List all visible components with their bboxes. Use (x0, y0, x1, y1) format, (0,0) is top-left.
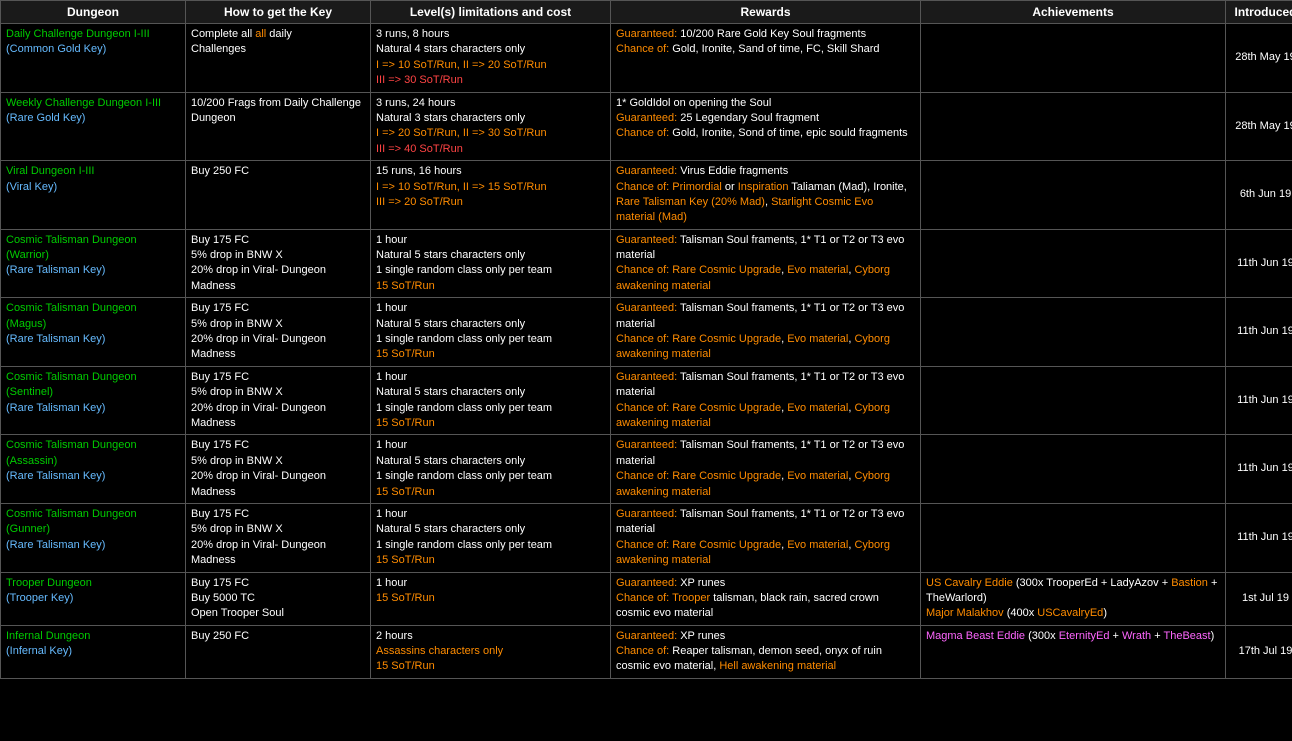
level-cell: 2 hoursAssassins characters only15 SoT/R… (371, 625, 611, 678)
table-row: Trooper Dungeon(Trooper Key)Buy 175 FCBu… (1, 572, 1292, 625)
table-row: Infernal Dungeon(Infernal Key)Buy 250 FC… (1, 625, 1292, 678)
rewards-cell: Guaranteed: Talisman Soul framents, 1* T… (611, 366, 921, 435)
rewards-cell: Guaranteed: Talisman Soul framents, 1* T… (611, 298, 921, 367)
rewards-cell: Guaranteed: Talisman Soul framents, 1* T… (611, 503, 921, 572)
howto-cell: Complete all all dailyChallenges (186, 24, 371, 93)
dungeon-cell: Cosmic Talisman Dungeon (Assassin)(Rare … (1, 435, 186, 504)
level-cell: 3 runs, 8 hoursNatural 4 stars character… (371, 24, 611, 93)
level-cell: 1 hourNatural 5 stars characters only1 s… (371, 366, 611, 435)
header-rewards: Rewards (611, 1, 921, 24)
table-row: Weekly Challenge Dungeon I-III(Rare Gold… (1, 92, 1292, 161)
table-row: Cosmic Talisman Dungeon (Magus)(Rare Tal… (1, 298, 1292, 367)
table-row: Cosmic Talisman Dungeon (Assassin)(Rare … (1, 435, 1292, 504)
howto-cell: Buy 250 FC (186, 625, 371, 678)
introduced-cell: 17th Jul 19 (1226, 625, 1292, 678)
level-cell: 1 hourNatural 5 stars characters only1 s… (371, 229, 611, 298)
howto-cell: Buy 175 FC5% drop in BNW X20% drop in Vi… (186, 229, 371, 298)
level-cell: 1 hourNatural 5 stars characters only1 s… (371, 503, 611, 572)
introduced-cell: 28th May 19 (1226, 24, 1292, 93)
table-row: Viral Dungeon I-III(Viral Key)Buy 250 FC… (1, 161, 1292, 230)
howto-cell: Buy 175 FCBuy 5000 TCOpen Trooper Soul (186, 572, 371, 625)
rewards-cell: 1* GoldIdol on opening the SoulGuarantee… (611, 92, 921, 161)
dungeon-cell: Weekly Challenge Dungeon I-III(Rare Gold… (1, 92, 186, 161)
achievements-cell (921, 366, 1226, 435)
howto-cell: Buy 250 FC (186, 161, 371, 230)
rewards-cell: Guaranteed: Talisman Soul framents, 1* T… (611, 229, 921, 298)
level-cell: 1 hourNatural 5 stars characters only1 s… (371, 435, 611, 504)
dungeon-cell: Cosmic Talisman Dungeon (Gunner)(Rare Ta… (1, 503, 186, 572)
header-level: Level(s) limitations and cost (371, 1, 611, 24)
dungeon-cell: Infernal Dungeon(Infernal Key) (1, 625, 186, 678)
header-introduced: Introduced (1226, 1, 1292, 24)
rewards-cell: Guaranteed: XP runesChance of: Trooper t… (611, 572, 921, 625)
howto-cell: 10/200 Frags from Daily Challenge Dungeo… (186, 92, 371, 161)
rewards-cell: Guaranteed: Virus Eddie fragmentsChance … (611, 161, 921, 230)
rewards-cell: Guaranteed: XP runesChance of: Reaper ta… (611, 625, 921, 678)
achievements-cell: US Cavalry Eddie (300x TrooperEd + LadyA… (921, 572, 1226, 625)
introduced-cell: 28th May 19 (1226, 92, 1292, 161)
level-cell: 1 hour15 SoT/Run (371, 572, 611, 625)
achievements-cell (921, 24, 1226, 93)
header-howto: How to get the Key (186, 1, 371, 24)
introduced-cell: 11th Jun 19 (1226, 298, 1292, 367)
introduced-cell: 6th Jun 19 (1226, 161, 1292, 230)
dungeon-cell: Daily Challenge Dungeon I-III(Common Gol… (1, 24, 186, 93)
introduced-cell: 11th Jun 19 (1226, 366, 1292, 435)
level-cell: 1 hourNatural 5 stars characters only1 s… (371, 298, 611, 367)
table-row: Daily Challenge Dungeon I-III(Common Gol… (1, 24, 1292, 93)
howto-cell: Buy 175 FC5% drop in BNW X20% drop in Vi… (186, 366, 371, 435)
achievements-cell (921, 503, 1226, 572)
achievements-cell (921, 229, 1226, 298)
dungeon-cell: Cosmic Talisman Dungeon (Magus)(Rare Tal… (1, 298, 186, 367)
introduced-cell: 1st Jul 19 (1226, 572, 1292, 625)
table-row: Cosmic Talisman Dungeon (Warrior)(Rare T… (1, 229, 1292, 298)
dungeon-cell: Cosmic Talisman Dungeon (Warrior)(Rare T… (1, 229, 186, 298)
dungeon-cell: Viral Dungeon I-III(Viral Key) (1, 161, 186, 230)
table-row: Cosmic Talisman Dungeon (Gunner)(Rare Ta… (1, 503, 1292, 572)
achievements-cell (921, 298, 1226, 367)
header-achievements: Achievements (921, 1, 1226, 24)
howto-cell: Buy 175 FC5% drop in BNW X20% drop in Vi… (186, 435, 371, 504)
achievements-cell (921, 435, 1226, 504)
howto-cell: Buy 175 FC5% drop in BNW X20% drop in Vi… (186, 503, 371, 572)
introduced-cell: 11th Jun 19 (1226, 229, 1292, 298)
introduced-cell: 11th Jun 19 (1226, 435, 1292, 504)
achievements-cell: Magma Beast Eddie (300x EternityEd + Wra… (921, 625, 1226, 678)
dungeon-cell: Cosmic Talisman Dungeon (Sentinel)(Rare … (1, 366, 186, 435)
achievements-cell (921, 92, 1226, 161)
achievements-cell (921, 161, 1226, 230)
howto-cell: Buy 175 FC5% drop in BNW X20% drop in Vi… (186, 298, 371, 367)
rewards-cell: Guaranteed: Talisman Soul framents, 1* T… (611, 435, 921, 504)
level-cell: 15 runs, 16 hoursI => 10 SoT/Run, II => … (371, 161, 611, 230)
table-row: Cosmic Talisman Dungeon (Sentinel)(Rare … (1, 366, 1292, 435)
dungeon-cell: Trooper Dungeon(Trooper Key) (1, 572, 186, 625)
header-dungeon: Dungeon (1, 1, 186, 24)
level-cell: 3 runs, 24 hoursNatural 3 stars characte… (371, 92, 611, 161)
rewards-cell: Guaranteed: 10/200 Rare Gold Key Soul fr… (611, 24, 921, 93)
introduced-cell: 11th Jun 19 (1226, 503, 1292, 572)
